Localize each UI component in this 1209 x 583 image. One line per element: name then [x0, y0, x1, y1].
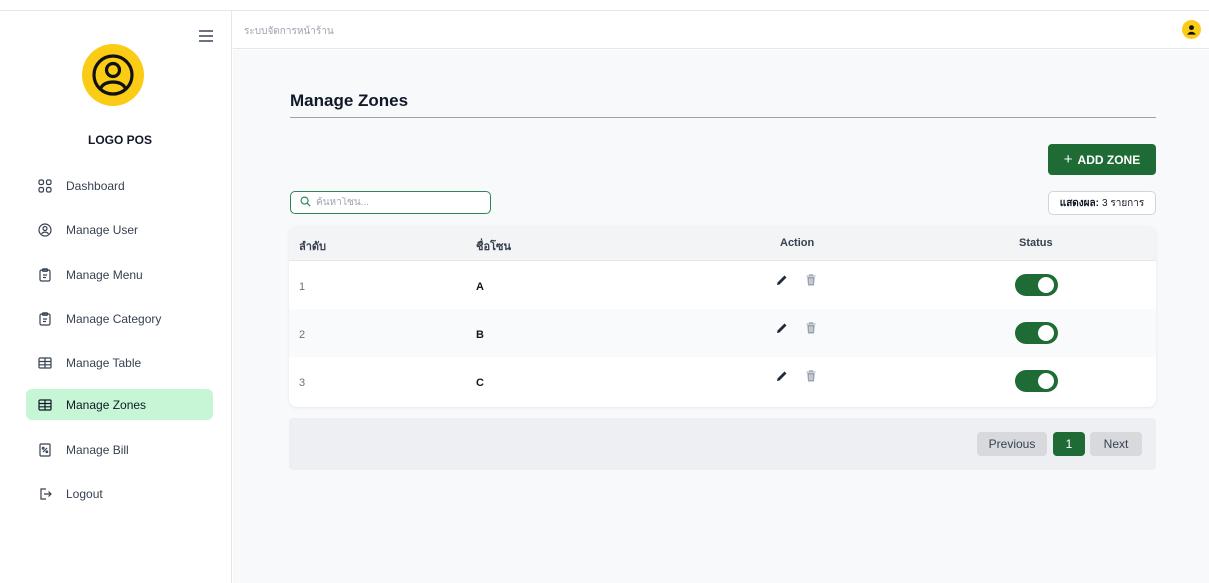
clipboard-icon — [38, 311, 52, 326]
hamburger-menu-icon[interactable] — [199, 30, 213, 42]
add-zone-button[interactable]: + ADD ZONE — [1048, 144, 1156, 175]
clipboard-icon — [38, 267, 52, 282]
table-icon — [38, 398, 52, 412]
sidebar-item-label: Manage Zones — [66, 397, 147, 412]
zones-table: ลำดับ ชื่อโซน Action Status 1 A 2 B 3 C — [289, 226, 1156, 407]
logo-user-icon — [82, 44, 144, 106]
sidebar-item-manage-category[interactable]: Manage Category — [26, 303, 213, 334]
status-toggle[interactable] — [1015, 322, 1058, 344]
top-header: ระบบจัดการหน้าร้าน — [233, 11, 1209, 49]
sidebar-item-label: Manage Bill — [66, 442, 129, 457]
result-count-badge: แสดงผล: 3 รายการ — [1048, 191, 1156, 215]
sidebar-item-manage-zones[interactable]: Manage Zones — [26, 389, 213, 420]
search-box — [290, 191, 491, 214]
page-1-button[interactable]: 1 — [1053, 432, 1085, 456]
table-row: 2 B — [289, 309, 1156, 357]
main-content: Manage Zones + ADD ZONE แสดงผล: 3 รายการ… — [233, 50, 1209, 583]
sidebar-item-manage-user[interactable]: Manage User — [26, 214, 213, 245]
sidebar-item-logout[interactable]: Logout — [26, 478, 213, 509]
pencil-icon[interactable] — [776, 369, 788, 381]
dashboard-grid-icon — [38, 178, 52, 193]
sidebar-item-label: Manage Table — [66, 355, 142, 370]
pencil-icon[interactable] — [776, 321, 788, 333]
row-number: 3 — [299, 377, 306, 389]
table-icon — [38, 356, 52, 370]
status-toggle[interactable] — [1015, 274, 1058, 296]
table-row: 3 C — [289, 357, 1156, 405]
status-toggle[interactable] — [1015, 370, 1058, 392]
row-number: 2 — [299, 329, 306, 341]
sidebar-item-label: Dashboard — [66, 178, 125, 193]
title-divider — [290, 117, 1156, 118]
sidebar-item-label: Logout — [66, 486, 103, 501]
toggle-knob — [1038, 325, 1054, 341]
trash-icon[interactable] — [806, 369, 816, 382]
logo-text: LOGO POS — [87, 133, 152, 147]
zone-name: C — [476, 377, 484, 389]
table-row: 1 A — [289, 261, 1156, 309]
zone-name: B — [476, 329, 484, 341]
sidebar-item-manage-menu[interactable]: Manage Menu — [26, 259, 213, 290]
user-circle-icon — [38, 222, 52, 237]
toggle-knob — [1038, 277, 1054, 293]
zone-name: A — [476, 281, 484, 293]
column-header-name: ชื่อโซน — [476, 241, 511, 253]
column-header-action: Action — [780, 237, 815, 249]
page-title: Manage Zones — [290, 91, 409, 110]
column-header-status: Status — [1019, 237, 1053, 249]
sidebar: LOGO POS Dashboard Manage User Manage Me… — [8, 11, 232, 583]
pencil-icon[interactable] — [776, 273, 788, 285]
trash-icon[interactable] — [806, 273, 816, 286]
count-label: แสดงผล: — [1059, 197, 1099, 209]
next-page-button[interactable]: Next — [1090, 432, 1142, 456]
sidebar-item-label: Manage Category — [66, 311, 162, 326]
add-zone-label: ADD ZONE — [1077, 152, 1141, 167]
receipt-percent-icon — [38, 442, 52, 457]
sidebar-item-manage-table[interactable]: Manage Table — [26, 347, 213, 378]
count-value: 3 รายการ — [1102, 197, 1145, 209]
pagination-bar: Previous 1 Next — [289, 418, 1156, 470]
column-header-no: ลำดับ — [299, 241, 327, 253]
search-input[interactable] — [316, 197, 476, 208]
logout-icon — [38, 487, 52, 501]
user-avatar-icon[interactable] — [1182, 20, 1201, 39]
sidebar-item-label: Manage User — [66, 222, 139, 237]
search-icon — [300, 194, 311, 212]
row-number: 1 — [299, 281, 306, 293]
plus-icon: + — [1063, 151, 1073, 168]
header-title: ระบบจัดการหน้าร้าน — [244, 26, 334, 37]
trash-icon[interactable] — [806, 321, 816, 334]
previous-page-button[interactable]: Previous — [977, 432, 1047, 456]
table-header: ลำดับ ชื่อโซน Action Status — [289, 226, 1156, 261]
sidebar-item-dashboard[interactable]: Dashboard — [26, 170, 213, 201]
sidebar-item-label: Manage Menu — [66, 267, 143, 282]
toggle-knob — [1038, 373, 1054, 389]
sidebar-item-manage-bill[interactable]: Manage Bill — [26, 434, 213, 465]
